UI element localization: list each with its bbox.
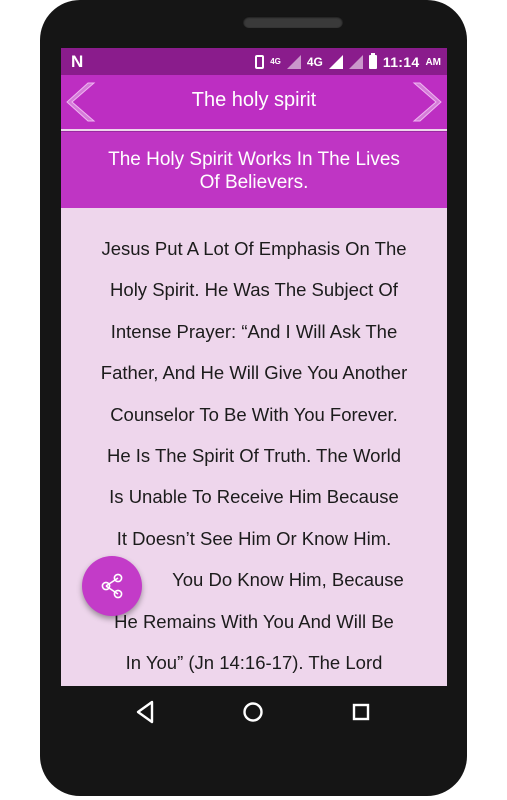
body-line: In You” (Jn 14:16-17). The Lord: [125, 652, 383, 674]
body-line: Counselor To Be With You Forever.: [110, 403, 398, 425]
body-line: Jesus Put A Lot Of Emphasis On The: [101, 238, 407, 259]
body-line: He Is The Spirit Of Truth. The World: [106, 445, 402, 467]
signal-icon: [286, 55, 301, 69]
chevron-right-icon[interactable]: [408, 81, 444, 123]
heading-line: Of Believers.: [199, 172, 309, 193]
body-line: Intense Prayer: “And I Will Ask The: [110, 320, 398, 342]
body-line: Holy Spirit. He Was The Subject Of: [110, 279, 398, 301]
network-small-label: 4G: [270, 57, 281, 66]
clock-time: 11:14: [382, 54, 420, 70]
wifi-signal-icon: [348, 55, 363, 69]
vibrate-icon: [255, 55, 265, 69]
article-heading: The Holy Spirit Works In The Lives Of Be…: [61, 132, 447, 194]
status-bar: N 4G 4G 11:14 AM: [61, 48, 447, 75]
body-line: It Doesn’t See Him Or Know Him.: [116, 527, 392, 549]
back-triangle-icon[interactable]: [130, 698, 160, 726]
system-navigation-bar: [90, 690, 420, 734]
share-icon: [101, 573, 123, 599]
heading-line: The Holy Spirit Works In The Lives: [108, 149, 400, 170]
page-title: The holy spirit: [191, 89, 317, 111]
battery-icon: [368, 53, 377, 69]
recents-square-icon[interactable]: [346, 698, 376, 726]
clock-ampm: AM: [425, 56, 441, 68]
signal-strength-icon: [328, 55, 343, 69]
share-button[interactable]: [82, 556, 142, 616]
network-type-label: 4G: [306, 55, 323, 69]
status-icons: 4G 4G 11:14 AM: [255, 52, 441, 72]
earpiece-speaker: [243, 16, 343, 28]
body-line: Is Unable To Receive Him Because: [109, 486, 399, 508]
home-circle-icon[interactable]: [238, 698, 268, 726]
body-line: Father, And He Will Give You Another: [100, 362, 408, 384]
notification-icon: N: [71, 52, 84, 71]
article-heading-band: The Holy Spirit Works In The Lives Of Be…: [61, 132, 447, 208]
app-bar: The holy spirit: [61, 75, 447, 132]
